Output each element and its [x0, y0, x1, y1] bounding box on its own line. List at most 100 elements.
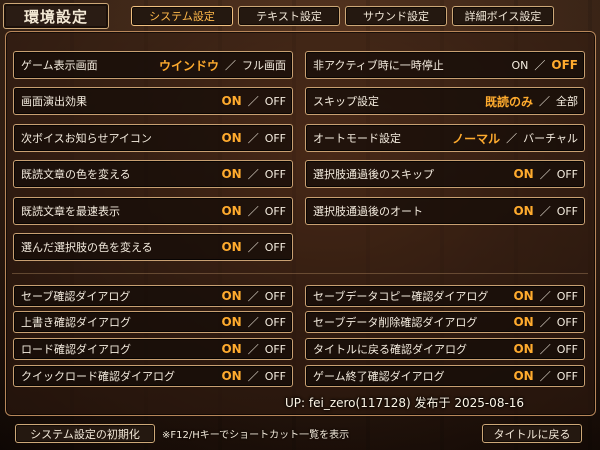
option-choice[interactable]: ON [221, 342, 241, 356]
option-row: 選択肢通過後のオート ON ／ OFF [305, 197, 585, 225]
option-values: 既読のみ ／ 全部 [485, 93, 578, 110]
option-choice[interactable]: ON [221, 289, 241, 303]
tab-text-settings[interactable]: テキスト設定 [238, 6, 340, 26]
option-row: 選んだ選択肢の色を変える ON ／ OFF [13, 233, 293, 261]
option-values: ON ／ OFF [221, 288, 286, 304]
option-row: ロード確認ダイアログ ON ／ OFF [13, 338, 293, 360]
option-row: 既読文章を最速表示 ON ／ OFF [13, 197, 293, 225]
option-label: スキップ設定 [313, 95, 379, 108]
return-to-title-button[interactable]: タイトルに戻る [482, 424, 582, 443]
option-label: セーブデータ削除確認ダイアログ [313, 316, 478, 329]
option-values: ON ／ OFF [513, 314, 578, 330]
upload-credit: UP: fei_zero(117128) 发布于 2025-08-16 [285, 396, 525, 410]
option-row: 非アクティブ時に一時停止 ON ／ OFF [305, 51, 585, 79]
option-choice[interactable]: OFF [557, 290, 578, 303]
value-separator: ／ [247, 290, 259, 303]
option-choice[interactable]: ON [513, 204, 533, 218]
option-choice[interactable]: OFF [265, 316, 286, 329]
option-label: ゲーム終了確認ダイアログ [313, 370, 445, 383]
tab-system-settings[interactable]: システム設定 [131, 6, 233, 26]
option-choice[interactable]: ノーマル [452, 130, 500, 147]
option-choice[interactable]: ON [221, 315, 241, 329]
value-separator: ／ [247, 205, 259, 218]
option-choice[interactable]: ON [221, 94, 241, 108]
option-choice[interactable]: フル画面 [242, 57, 286, 73]
value-separator: ／ [247, 132, 259, 145]
option-choice[interactable]: 既読のみ [485, 93, 533, 110]
option-choice[interactable]: ON [513, 369, 533, 383]
value-separator: ／ [247, 241, 259, 254]
option-row: 既読文章の色を変える ON ／ OFF [13, 160, 293, 188]
value-separator: ／ [225, 59, 236, 72]
window-title: 環境設定 [3, 3, 109, 29]
option-choice[interactable]: 全部 [556, 93, 578, 109]
option-choice[interactable]: OFF [265, 241, 286, 254]
option-values: ノーマル ／ バーチャル [452, 130, 578, 147]
shortcut-hint: ※F12/Hキーでショートカット一覧を表示 [162, 430, 350, 441]
value-separator: ／ [539, 316, 551, 329]
option-choice[interactable]: OFF [265, 205, 286, 218]
option-values: ON ／ OFF [221, 130, 286, 146]
option-choice[interactable]: ON [221, 369, 241, 383]
option-choice[interactable]: ON [513, 315, 533, 329]
option-row: 画面演出効果 ON ／ OFF [13, 87, 293, 115]
option-choice[interactable]: OFF [557, 370, 578, 383]
option-choice[interactable]: ウインドウ [159, 57, 219, 74]
option-label: ロード確認ダイアログ [21, 343, 131, 356]
value-separator: ／ [534, 59, 546, 72]
option-values: ON ／ OFF [513, 341, 578, 357]
option-choice[interactable]: ON [513, 167, 533, 181]
option-values: ON ／ OFF [513, 288, 578, 304]
option-label: 次ボイスお知らせアイコン [21, 132, 152, 145]
value-separator: ／ [247, 95, 259, 108]
option-values: ON ／ OFF [513, 203, 578, 219]
option-label: クイックロード確認ダイアログ [21, 370, 175, 383]
option-choice[interactable]: OFF [265, 343, 286, 356]
value-separator: ／ [247, 370, 259, 383]
option-label: タイトルに戻る確認ダイアログ [313, 343, 467, 356]
option-choice[interactable]: ON [221, 204, 241, 218]
value-separator: ／ [247, 316, 259, 329]
option-choice[interactable]: OFF [265, 290, 286, 303]
option-choice[interactable]: ON [512, 59, 529, 72]
option-values: ON ／ OFF [221, 93, 286, 109]
value-separator: ／ [247, 168, 259, 181]
tab-sound-settings[interactable]: サウンド設定 [345, 6, 447, 26]
reset-system-settings-button[interactable]: システム設定の初期化 [15, 424, 155, 443]
option-label: 選択肢通過後のオート [313, 205, 423, 218]
option-row: セーブデータ削除確認ダイアログ ON ／ OFF [305, 311, 585, 333]
option-row: オートモード設定 ノーマル ／ バーチャル [305, 124, 585, 152]
option-choice[interactable]: ON [221, 240, 241, 254]
tab-voice-detail-settings[interactable]: 詳細ボイス設定 [452, 6, 554, 26]
option-choice[interactable]: OFF [265, 95, 286, 108]
option-label: 上書き確認ダイアログ [21, 316, 131, 329]
option-choice[interactable]: OFF [265, 370, 286, 383]
option-label: 選んだ選択肢の色を変える [21, 241, 153, 254]
option-label: ゲーム表示画面 [21, 59, 98, 72]
option-choice[interactable]: OFF [551, 58, 578, 72]
option-choice[interactable]: OFF [265, 132, 286, 145]
value-separator: ／ [539, 370, 551, 383]
option-choice[interactable]: OFF [557, 316, 578, 329]
value-separator: ／ [539, 290, 551, 303]
option-values: ON ／ OFF [221, 368, 286, 384]
option-choice[interactable]: OFF [557, 343, 578, 356]
option-choice[interactable]: OFF [557, 205, 578, 218]
option-label: 画面演出効果 [21, 95, 87, 108]
option-choice[interactable]: OFF [265, 168, 286, 181]
option-row: セーブデータコピー確認ダイアログ ON ／ OFF [305, 285, 585, 307]
option-choice[interactable]: バーチャル [523, 130, 578, 146]
option-choice[interactable]: ON [513, 289, 533, 303]
option-choice[interactable]: ON [513, 342, 533, 356]
option-choice[interactable]: OFF [557, 168, 578, 181]
option-row: クイックロード確認ダイアログ ON ／ OFF [13, 365, 293, 387]
option-choice[interactable]: ON [221, 131, 241, 145]
option-label: 既読文章の色を変える [21, 168, 131, 181]
option-choice[interactable]: ON [221, 167, 241, 181]
option-values: ON ／ OFF [221, 239, 286, 255]
option-values: ON ／ OFF [221, 203, 286, 219]
option-values: ON ／ OFF [221, 166, 286, 182]
option-values: ウインドウ ／ フル画面 [159, 57, 286, 74]
option-row: タイトルに戻る確認ダイアログ ON ／ OFF [305, 338, 585, 360]
option-label: 既読文章を最速表示 [21, 205, 120, 218]
